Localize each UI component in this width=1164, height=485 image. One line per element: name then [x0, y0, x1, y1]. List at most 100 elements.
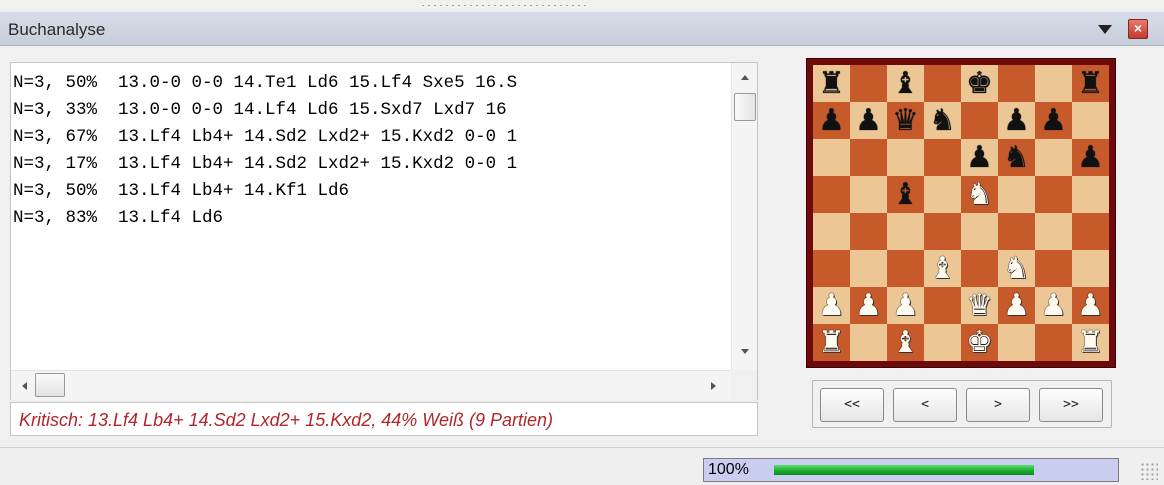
board-square[interactable]: ♞	[998, 250, 1035, 287]
board-square[interactable]	[924, 139, 961, 176]
board-square[interactable]	[1072, 102, 1109, 139]
board-square[interactable]: ♝	[924, 250, 961, 287]
board-square[interactable]	[998, 324, 1035, 361]
board-square[interactable]	[1035, 65, 1072, 102]
book-lines-list[interactable]: N=3, 50% 13.0-0 0-0 14.Te1 Ld6 15.Lf4 Sx…	[10, 62, 758, 400]
board-square[interactable]	[850, 250, 887, 287]
board-square[interactable]	[850, 65, 887, 102]
board-square[interactable]	[961, 213, 998, 250]
book-line-row[interactable]: N=3, 50% 13.0-0 0-0 14.Te1 Ld6 15.Lf4 Sx…	[13, 70, 731, 97]
board-square[interactable]	[813, 250, 850, 287]
black-queen-icon[interactable]: ♛	[892, 105, 919, 136]
board-square[interactable]: ♝	[887, 176, 924, 213]
black-bishop-icon[interactable]: ♝	[892, 179, 919, 210]
board-square[interactable]: ♞	[924, 102, 961, 139]
board-square[interactable]	[850, 213, 887, 250]
white-rook-icon[interactable]: ♜	[1077, 327, 1104, 358]
board-square[interactable]	[1035, 139, 1072, 176]
book-line-row[interactable]: N=3, 50% 13.Lf4 Lb4+ 14.Kf1 Ld6	[13, 178, 731, 205]
board-square[interactable]	[1035, 176, 1072, 213]
black-knight-icon[interactable]: ♞	[929, 105, 956, 136]
board-square[interactable]	[887, 250, 924, 287]
board-square[interactable]	[813, 213, 850, 250]
board-square[interactable]	[924, 65, 961, 102]
board-square[interactable]: ♟	[850, 102, 887, 139]
black-pawn-icon[interactable]: ♟	[1077, 142, 1104, 173]
board-square[interactable]: ♟	[998, 287, 1035, 324]
board-square[interactable]: ♟	[1035, 287, 1072, 324]
board-square[interactable]: ♟	[998, 102, 1035, 139]
board-square[interactable]: ♟	[813, 102, 850, 139]
board-square[interactable]: ♛	[887, 102, 924, 139]
board-square[interactable]: ♟	[850, 287, 887, 324]
scroll-up-arrow-icon[interactable]	[741, 75, 749, 80]
board-square[interactable]	[887, 213, 924, 250]
white-pawn-icon[interactable]: ♟	[855, 290, 882, 321]
black-pawn-icon[interactable]: ♟	[818, 105, 845, 136]
board-square[interactable]: ♜	[813, 65, 850, 102]
close-icon[interactable]: ×	[1128, 19, 1148, 39]
board-square[interactable]	[1035, 324, 1072, 361]
chess-board[interactable]: ♜ ♝ ♚ ♜ ♟ ♟ ♛ ♞ ♟ ♟ ♟ ♞ ♟ ♝ ♞ ♝ ♞ ♟ ♟ ♟ ♛ ♟ ♟ ♟ ♜ ♝ ♚ ♜	[813, 65, 1109, 361]
horizontal-scroll-thumb[interactable]	[35, 373, 65, 397]
last-move-button[interactable]: >>	[1039, 388, 1103, 422]
board-square[interactable]: ♞	[961, 176, 998, 213]
board-square[interactable]	[924, 213, 961, 250]
white-bishop-icon[interactable]: ♝	[892, 327, 919, 358]
board-square[interactable]	[850, 324, 887, 361]
vertical-scroll-thumb[interactable]	[734, 93, 756, 121]
board-square[interactable]: ♜	[813, 324, 850, 361]
board-square[interactable]: ♞	[998, 139, 1035, 176]
scroll-left-arrow-icon[interactable]	[22, 382, 27, 390]
black-bishop-icon[interactable]: ♝	[892, 68, 919, 99]
board-square[interactable]	[1072, 213, 1109, 250]
board-square[interactable]	[850, 139, 887, 176]
board-square[interactable]	[1072, 176, 1109, 213]
white-king-icon[interactable]: ♚	[966, 327, 993, 358]
board-square[interactable]	[961, 102, 998, 139]
white-pawn-icon[interactable]: ♟	[1077, 290, 1104, 321]
board-square[interactable]	[924, 176, 961, 213]
board-square[interactable]: ♚	[961, 65, 998, 102]
white-knight-icon[interactable]: ♞	[966, 179, 993, 210]
white-pawn-icon[interactable]: ♟	[1003, 290, 1030, 321]
black-pawn-icon[interactable]: ♟	[1040, 105, 1067, 136]
next-move-button[interactable]: >	[966, 388, 1030, 422]
board-square[interactable]	[813, 176, 850, 213]
black-rook-icon[interactable]: ♜	[818, 68, 845, 99]
board-square[interactable]: ♝	[887, 65, 924, 102]
black-rook-icon[interactable]: ♜	[1077, 68, 1104, 99]
book-line-row[interactable]: N=3, 67% 13.Lf4 Lb4+ 14.Sd2 Lxd2+ 15.Kxd…	[13, 124, 731, 151]
book-line-row[interactable]: N=3, 83% 13.Lf4 Ld6	[13, 205, 731, 232]
board-square[interactable]: ♛	[961, 287, 998, 324]
horizontal-scrollbar[interactable]	[11, 370, 731, 400]
book-line-row[interactable]: N=3, 33% 13.0-0 0-0 14.Lf4 Ld6 15.Sxd7 L…	[13, 97, 731, 124]
dropdown-icon[interactable]	[1098, 25, 1112, 34]
white-pawn-icon[interactable]: ♟	[1040, 290, 1067, 321]
white-queen-icon[interactable]: ♛	[966, 290, 993, 321]
board-square[interactable]: ♜	[1072, 65, 1109, 102]
vertical-scrollbar[interactable]	[731, 63, 757, 370]
board-square[interactable]	[1072, 250, 1109, 287]
scroll-right-arrow-icon[interactable]	[711, 382, 716, 390]
board-square[interactable]: ♟	[1035, 102, 1072, 139]
first-move-button[interactable]: <<	[820, 388, 884, 422]
board-square[interactable]: ♚	[961, 324, 998, 361]
board-square[interactable]	[924, 324, 961, 361]
board-square[interactable]: ♟	[813, 287, 850, 324]
board-square[interactable]	[813, 139, 850, 176]
black-king-icon[interactable]: ♚	[966, 68, 993, 99]
book-line-row[interactable]: N=3, 17% 13.Lf4 Lb4+ 14.Sd2 Lxd2+ 15.Kxd…	[13, 151, 731, 178]
board-square[interactable]	[998, 213, 1035, 250]
white-bishop-icon[interactable]: ♝	[929, 253, 956, 284]
black-pawn-icon[interactable]: ♟	[966, 142, 993, 173]
board-square[interactable]	[998, 176, 1035, 213]
black-pawn-icon[interactable]: ♟	[1003, 105, 1030, 136]
previous-move-button[interactable]: <	[893, 388, 957, 422]
board-square[interactable]	[924, 287, 961, 324]
board-square[interactable]: ♟	[1072, 139, 1109, 176]
board-square[interactable]: ♝	[887, 324, 924, 361]
white-pawn-icon[interactable]: ♟	[892, 290, 919, 321]
resize-grip-icon[interactable]	[1140, 462, 1158, 480]
white-pawn-icon[interactable]: ♟	[818, 290, 845, 321]
